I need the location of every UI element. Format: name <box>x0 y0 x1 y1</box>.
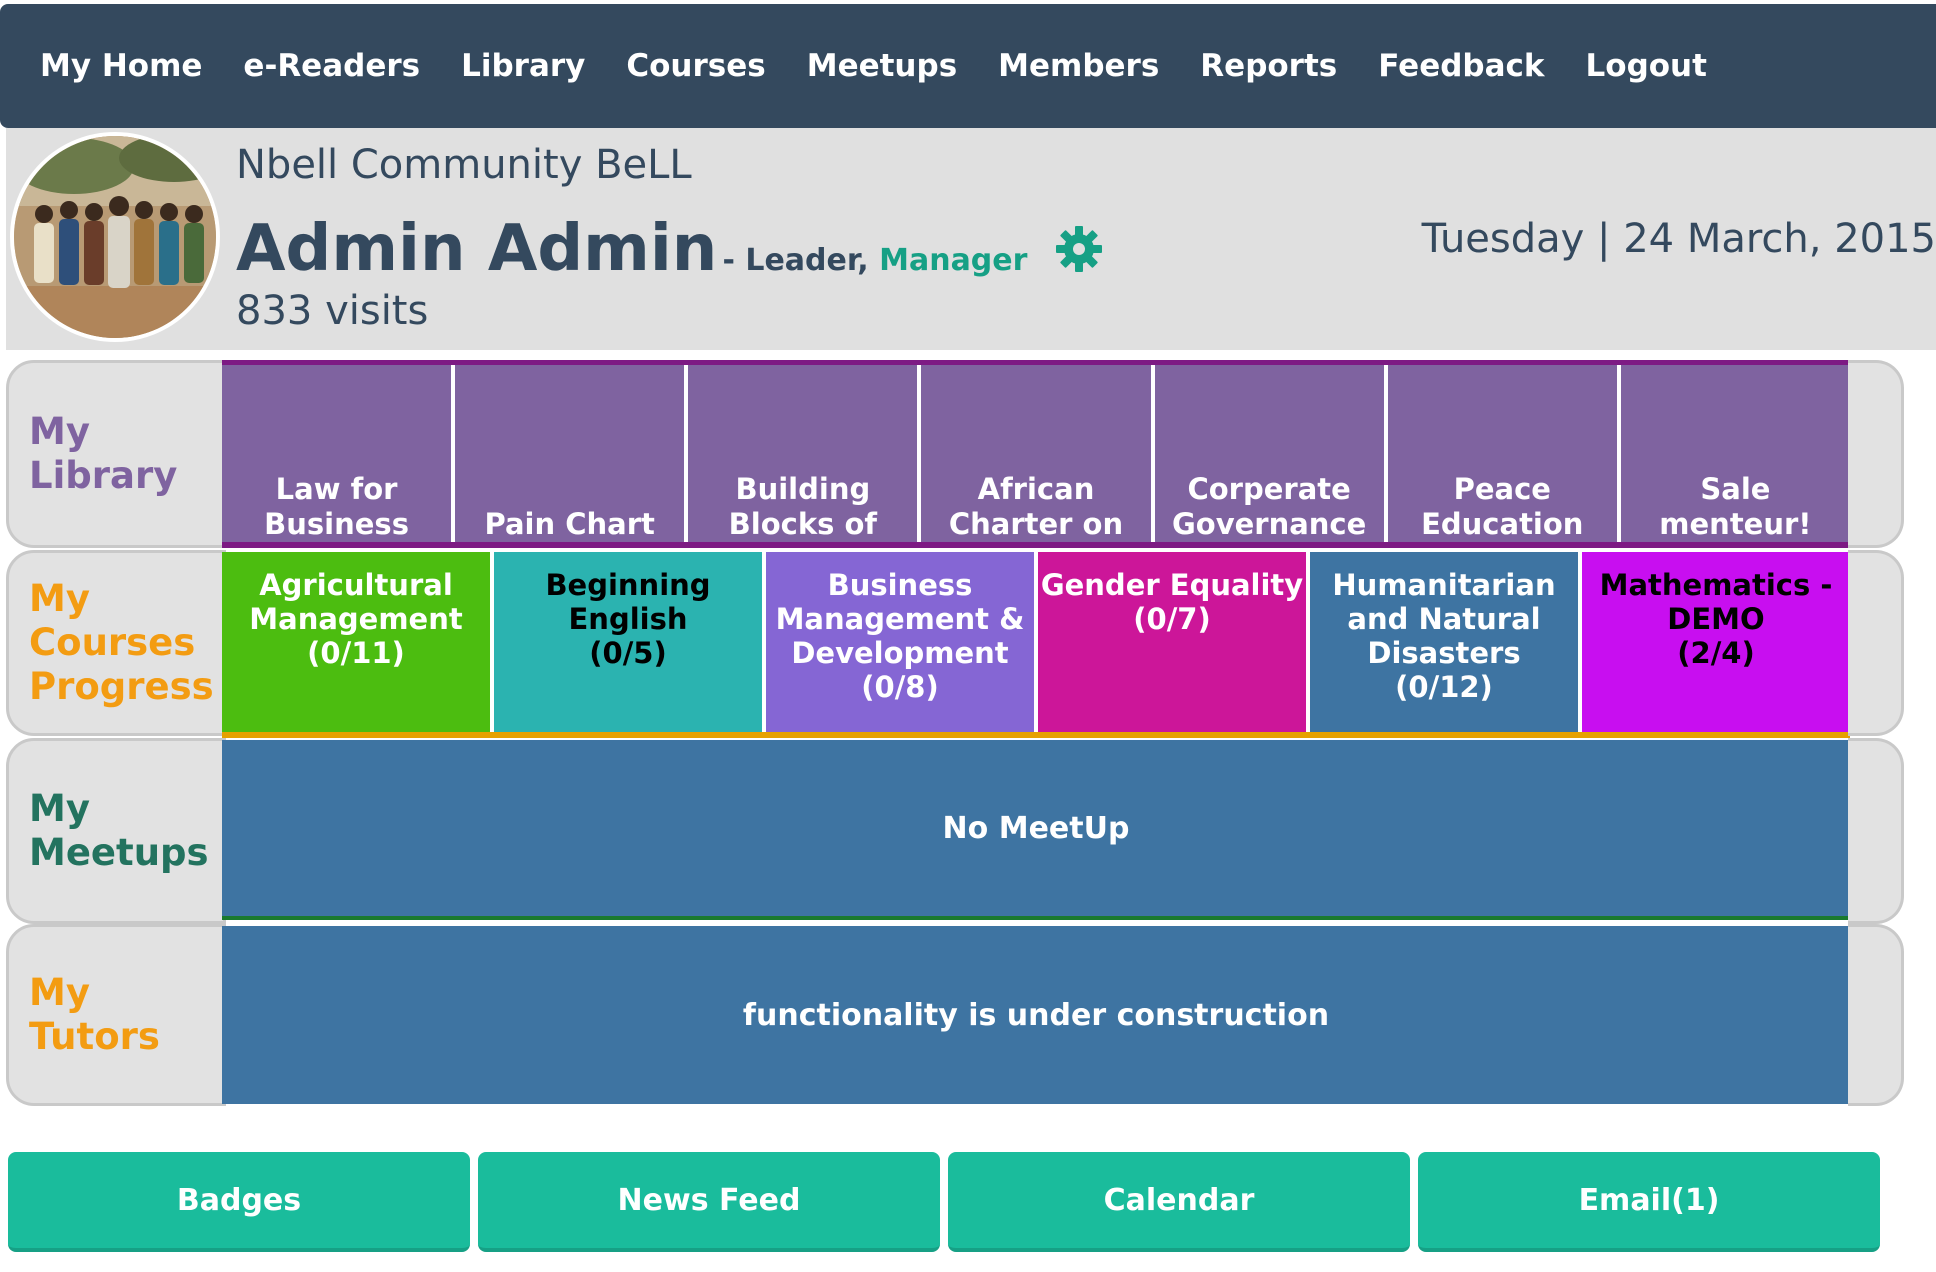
user-line: Admin Admin - Leader, Manager <box>236 212 1104 286</box>
course-progress: (2/4) <box>1677 636 1755 670</box>
role-leader: - Leader, <box>722 243 869 278</box>
role-manager: Manager <box>879 243 1028 278</box>
user-name: Admin Admin <box>236 212 718 286</box>
course-item[interactable]: Beginning English (0/5) <box>494 552 762 732</box>
library-item-title: Sale menteur! <box>1659 472 1812 541</box>
nav-e-readers[interactable]: e-Readers <box>243 48 420 84</box>
library-item[interactable]: Pain Chart <box>455 365 689 542</box>
courses-label: My Courses Progress <box>29 577 214 708</box>
library-row-end <box>1848 360 1904 548</box>
library-item-title: Corperate Governance <box>1171 472 1367 541</box>
tutors-row-label[interactable]: My Tutors <box>6 924 226 1106</box>
library-item[interactable]: Law for Business <box>222 365 456 542</box>
library-item-title: Law for Business <box>264 472 409 541</box>
profile-header: Nbell Community BeLL Admin Admin - Leade… <box>6 128 1936 350</box>
library-item[interactable]: Corperate Governance <box>1155 365 1388 542</box>
course-progress: (0/5) <box>589 636 667 670</box>
library-item-title: Pain Chart <box>484 507 655 541</box>
nav-library[interactable]: Library <box>461 48 585 84</box>
library-item[interactable]: Building Blocks of <box>688 365 922 542</box>
tutors-label: My Tutors <box>29 971 160 1058</box>
courses-row-label[interactable]: My Courses Progress <box>6 550 226 736</box>
top-navbar: My Home e-Readers Library Courses Meetup… <box>0 4 1936 128</box>
course-item[interactable]: Gender Equality (0/7) <box>1038 552 1306 732</box>
library-item[interactable]: Peace Education <box>1388 365 1621 542</box>
library-item[interactable]: African Charter on <box>921 365 1155 542</box>
course-progress: (0/11) <box>307 636 405 670</box>
course-item[interactable]: Business Management & Development (0/8) <box>766 552 1034 732</box>
course-progress: (0/8) <box>861 670 939 704</box>
course-title: Mathematics - DEMO <box>1599 568 1833 636</box>
course-title: Agricultural Management <box>249 568 463 636</box>
group-photo-image <box>14 136 216 338</box>
badges-button[interactable]: Badges <box>8 1152 470 1252</box>
nav-feedback[interactable]: Feedback <box>1378 48 1544 84</box>
tutors-row-end <box>1848 924 1904 1106</box>
meetups-label: My Meetups <box>29 787 209 874</box>
course-item[interactable]: Mathematics - DEMO (2/4) <box>1582 552 1850 732</box>
nav-meetups[interactable]: Meetups <box>807 48 957 84</box>
nav-logout[interactable]: Logout <box>1586 48 1707 84</box>
course-title: Gender Equality <box>1040 568 1304 602</box>
meetups-empty-text: No MeetUp <box>942 810 1130 846</box>
nav-members[interactable]: Members <box>998 48 1159 84</box>
library-row-label[interactable]: My Library <box>6 360 226 548</box>
library-item[interactable]: Sale menteur! <box>1621 365 1850 542</box>
meetups-panel[interactable]: No MeetUp <box>222 740 1850 920</box>
courses-row-end <box>1848 550 1904 736</box>
meetups-row-label[interactable]: My Meetups <box>6 738 226 924</box>
nav-menu: My Home e-Readers Library Courses Meetup… <box>0 4 1936 128</box>
community-name: Nbell Community BeLL <box>236 142 692 188</box>
nav-courses[interactable]: Courses <box>626 48 765 84</box>
courses-items: Agricultural Management (0/11) Beginning … <box>222 552 1850 738</box>
course-progress: (0/7) <box>1133 602 1211 636</box>
bottom-button-bar: Badges News Feed Calendar Email(1) <box>8 1152 1888 1252</box>
library-item-title: African Charter on <box>948 472 1124 541</box>
calendar-button[interactable]: Calendar <box>948 1152 1410 1252</box>
email-button[interactable]: Email(1) <box>1418 1152 1880 1252</box>
course-progress: (0/12) <box>1395 670 1493 704</box>
news-feed-button[interactable]: News Feed <box>478 1152 940 1252</box>
course-title: Humanitarian and Natural Disasters <box>1332 568 1556 670</box>
nav-my-home[interactable]: My Home <box>40 48 202 84</box>
library-items: Law for Business Pain Chart Building Blo… <box>222 360 1850 548</box>
library-item-title: Peace Education <box>1421 472 1584 541</box>
current-date: Tuesday | 24 March, 2015 <box>1421 216 1936 262</box>
community-avatar <box>10 132 220 342</box>
course-title: Business Management & Development <box>775 568 1025 670</box>
gear-icon[interactable] <box>1054 224 1104 278</box>
nav-reports[interactable]: Reports <box>1200 48 1337 84</box>
course-item[interactable]: Humanitarian and Natural Disasters (0/12) <box>1310 552 1578 732</box>
course-item[interactable]: Agricultural Management (0/11) <box>222 552 490 732</box>
library-label: My Library <box>29 410 178 497</box>
user-roles: - Leader, Manager <box>722 243 1037 278</box>
library-item-title: Building Blocks of <box>728 472 878 541</box>
meetups-row-end <box>1848 738 1904 924</box>
visit-count: 833 visits <box>236 288 429 334</box>
tutors-panel[interactable]: functionality is under construction <box>222 926 1850 1104</box>
course-title: Beginning English <box>545 568 711 636</box>
tutors-status-text: functionality is under construction <box>742 997 1330 1033</box>
